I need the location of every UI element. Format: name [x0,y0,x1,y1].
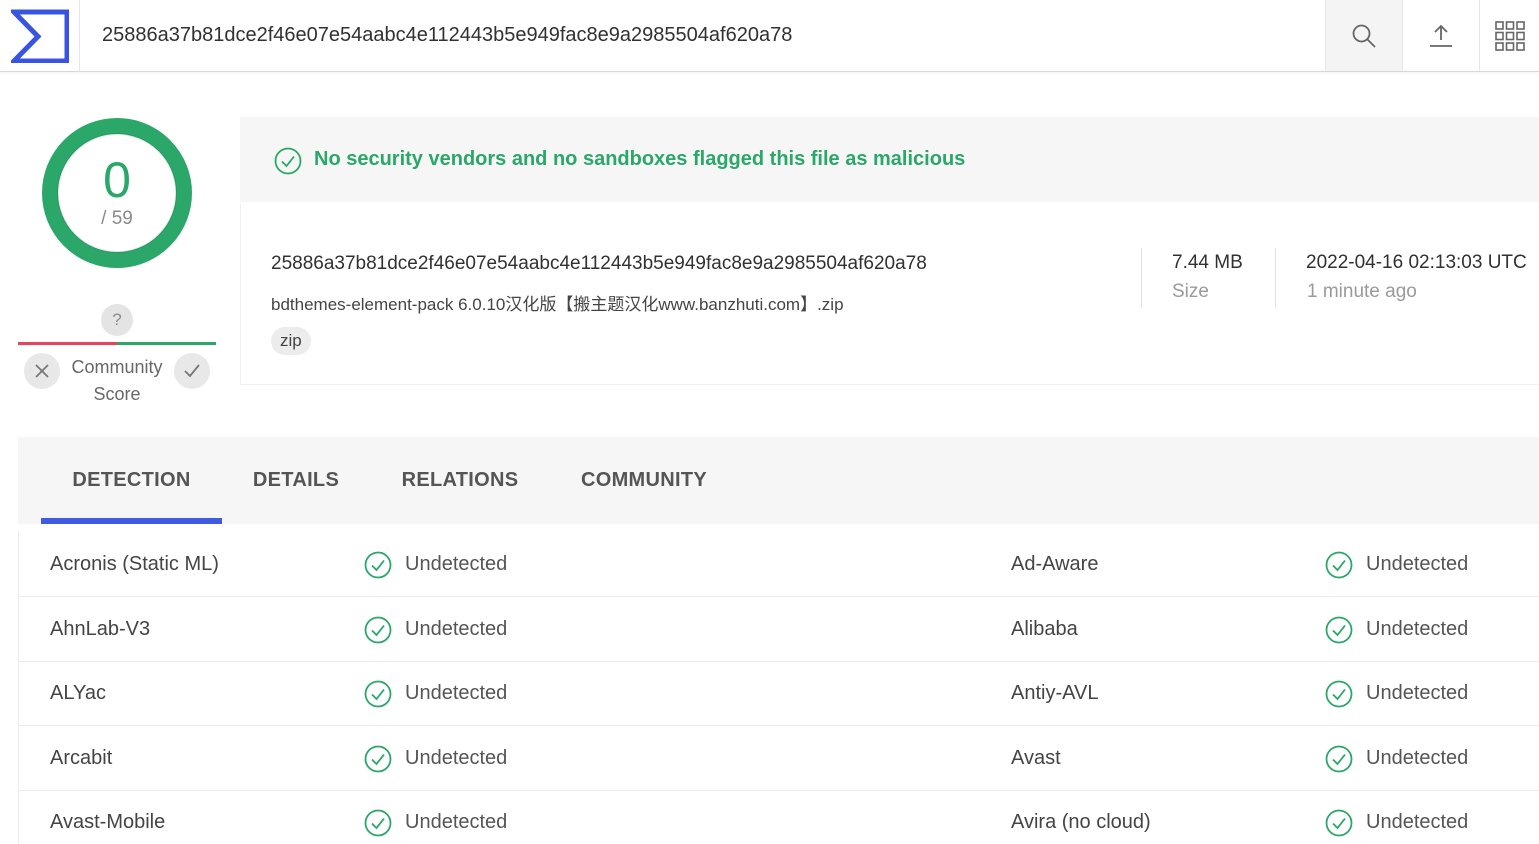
vendor-result: Undetected [1366,811,1469,833]
verdict-text: No security vendors and no sandboxes fla… [314,148,966,170]
vendor-name: Acronis (Static ML) [50,553,219,575]
table-row: Avast-Mobile Undetected Avira (no cloud)… [19,790,1539,844]
vendor-name: AhnLab-V3 [50,618,151,640]
file-info-card: 25886a37b81dce2f46e07e54aabc4e112443b5e9… [240,203,1539,385]
table-row: Acronis (Static ML) Undetected Ad-Aware … [19,532,1539,597]
vendor-result: Undetected [405,747,508,769]
check-circle-icon [364,745,392,773]
community-label-line2: Score [93,384,141,404]
tab-relations[interactable]: RELATIONS [388,437,532,524]
vendor-result: Undetected [1366,747,1469,769]
tab-bar: DETECTION DETAILS RELATIONS COMMUNITY [18,437,1539,524]
detection-count: 0 [103,152,131,208]
community-bar-harmful [18,342,117,345]
community-score-label: Community Score [62,354,172,408]
vendor-result: Undetected [405,682,508,704]
table-row: AhnLab-V3 Undetected Alibaba Undetected [19,597,1539,662]
vendor-result: Undetected [405,811,508,833]
check-circle-icon [274,147,302,175]
detection-total: / 59 [101,208,133,229]
check-circle-icon [364,809,392,837]
check-circle-icon [1325,551,1353,579]
search-button[interactable] [1325,0,1402,71]
file-name: bdthemes-element-pack 6.0.10汉化版【搬主题汉化www… [271,295,844,314]
community-score-value: ? [101,304,133,336]
vendor-name: Avira (no cloud) [1011,811,1151,833]
vote-harmless-button[interactable] [174,353,210,389]
vendor-name: Avast-Mobile [50,811,166,833]
check-circle-icon [1325,616,1353,644]
check-circle-icon [364,680,392,708]
checkmark-icon [184,364,200,378]
table-row: Arcabit Undetected Avast Undetected [19,726,1539,791]
vote-harmful-button[interactable] [24,353,60,389]
vendor-result: Undetected [1366,553,1469,575]
search-icon [1352,24,1376,48]
divider [1141,248,1142,308]
vendor-name: Alibaba [1011,618,1078,640]
check-circle-icon [364,616,392,644]
check-circle-icon [1325,680,1353,708]
apps-grid-icon [1494,20,1525,51]
vendor-result: Undetected [405,618,508,640]
file-hash: 25886a37b81dce2f46e07e54aabc4e112443b5e9… [271,253,927,274]
vendor-name: Ad-Aware [1011,553,1099,575]
upload-button[interactable] [1402,0,1479,71]
tab-community[interactable]: COMMUNITY [568,437,720,524]
verdict-banner: No security vendors and no sandboxes fla… [240,117,1539,202]
community-bar-harmless [117,342,216,345]
file-size-value: 7.44 MB [1172,252,1243,273]
active-tab-indicator [41,518,222,524]
file-type-tag[interactable]: zip [271,327,311,355]
analysis-date-relative: 1 minute ago [1307,281,1417,302]
tab-details[interactable]: DETAILS [240,437,352,524]
community-label-line1: Community [71,357,163,377]
vendor-name: ALYac [50,682,106,704]
detection-table: Acronis (Static ML) Undetected Ad-Aware … [18,532,1539,844]
vendor-result: Undetected [1366,618,1469,640]
check-circle-icon [364,551,392,579]
table-row: ALYac Undetected Antiy-AVL Undetected [19,661,1539,726]
tab-detection[interactable]: DETECTION [41,437,222,524]
file-size-label: Size [1172,281,1209,302]
divider [1275,248,1276,308]
analysis-date-value: 2022-04-16 02:13:03 UTC [1306,252,1527,273]
check-circle-icon [1325,745,1353,773]
close-icon [35,364,49,378]
search-input[interactable] [80,0,1325,71]
upload-icon [1430,24,1452,47]
apps-button[interactable] [1479,0,1539,71]
check-circle-icon [1325,809,1353,837]
vendor-name: Avast [1011,747,1061,769]
vendor-result: Undetected [405,553,508,575]
vendor-result: Undetected [1366,682,1469,704]
logo-sigma-icon[interactable] [0,0,80,72]
top-bar [0,0,1539,72]
vendor-name: Antiy-AVL [1011,682,1099,704]
vendor-name: Arcabit [50,747,113,769]
